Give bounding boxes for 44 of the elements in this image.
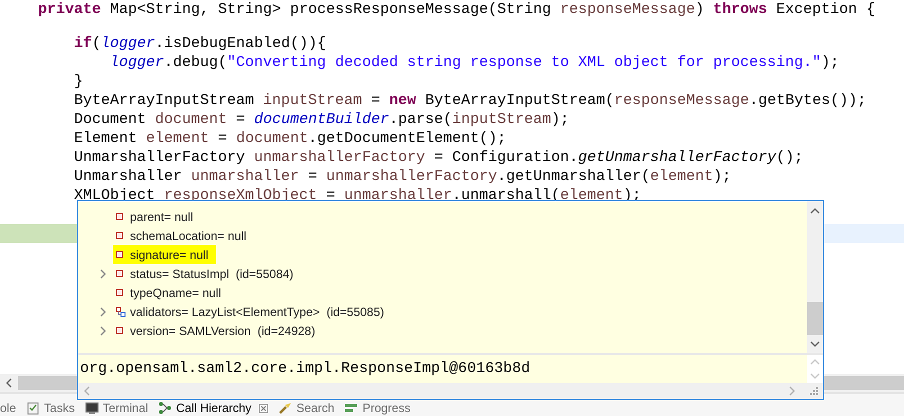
tree-item[interactable]: schemaLocation= null <box>130 228 246 244</box>
tree-item[interactable]: status= StatusImpl (id=55084) <box>130 266 294 282</box>
expand-icon[interactable] <box>99 268 107 278</box>
field-icon <box>116 327 123 334</box>
collection-field-icon <box>116 306 126 316</box>
field-icon <box>116 270 123 277</box>
code-line: Document document = documentBuilder.parse(inputStream); <box>73 110 570 129</box>
code-line: if(logger.isDebugEnabled()){ <box>73 34 326 53</box>
horizontal-scrollbar[interactable] <box>78 383 823 399</box>
scroll-down-icon[interactable] <box>810 340 820 348</box>
code-line: Element element = document.getDocumentElement(); <box>73 129 506 148</box>
view-tab[interactable]: Terminal <box>102 401 148 415</box>
scroll-up-icon[interactable] <box>810 207 820 215</box>
tree-item[interactable]: typeQname= null <box>130 284 222 300</box>
code-line: Unmarshaller unmarshaller = unmarshallerFactory.getUnmarshaller(element); <box>73 167 732 186</box>
field-icon <box>116 289 123 296</box>
resize-grip-icon[interactable] <box>810 387 818 395</box>
field-icon <box>116 232 123 239</box>
scroll-left-icon[interactable] <box>5 378 13 388</box>
detail-text: org.opensaml.saml2.core.impl.ResponseImpl@60163b8d <box>80 360 530 377</box>
view-tab[interactable]: Call Hierarchy <box>176 401 252 415</box>
field-icon <box>116 251 123 258</box>
view-tab[interactable]: Search <box>296 401 334 415</box>
tree-item[interactable]: validators= LazyList<ElementType> (id=55085) <box>130 304 384 320</box>
code-line: } <box>73 72 84 91</box>
scrollbar-thumb[interactable] <box>807 302 823 335</box>
view-tab[interactable]: ole <box>0 401 16 415</box>
code-line: logger.debug("Converting decoded string response to XML object for processing."); <box>109 53 840 72</box>
terminal-icon <box>84 401 99 415</box>
view-tab[interactable]: Tasks <box>44 401 75 415</box>
code-line: UnmarshallerFactory unmarshallerFactory = Configuration.getUnmarshallerFactory(); <box>73 148 804 167</box>
tree-item[interactable]: parent= null <box>130 208 194 224</box>
close-icon[interactable] <box>259 404 268 412</box>
code-line: private Map<String, String> processResponseMessage(String responseMessage) throws Exception { <box>37 0 876 19</box>
vertical-scrollbar[interactable] <box>807 201 823 353</box>
code-line: ByteArrayInputStream inputStream = new ByteArrayInputStream(responseMessage.getBytes()); <box>73 91 866 110</box>
hierarchy-icon <box>158 401 172 415</box>
scroll-right-icon[interactable] <box>788 386 796 396</box>
view-tab[interactable]: Progress <box>362 401 410 415</box>
tree-item[interactable]: version= SAMLVersion (id=24928) <box>130 322 316 338</box>
field-icon <box>116 213 123 220</box>
tree-item[interactable]: signature= null <box>130 246 208 262</box>
flashlight-icon <box>278 401 292 415</box>
progress-icon <box>344 401 358 415</box>
